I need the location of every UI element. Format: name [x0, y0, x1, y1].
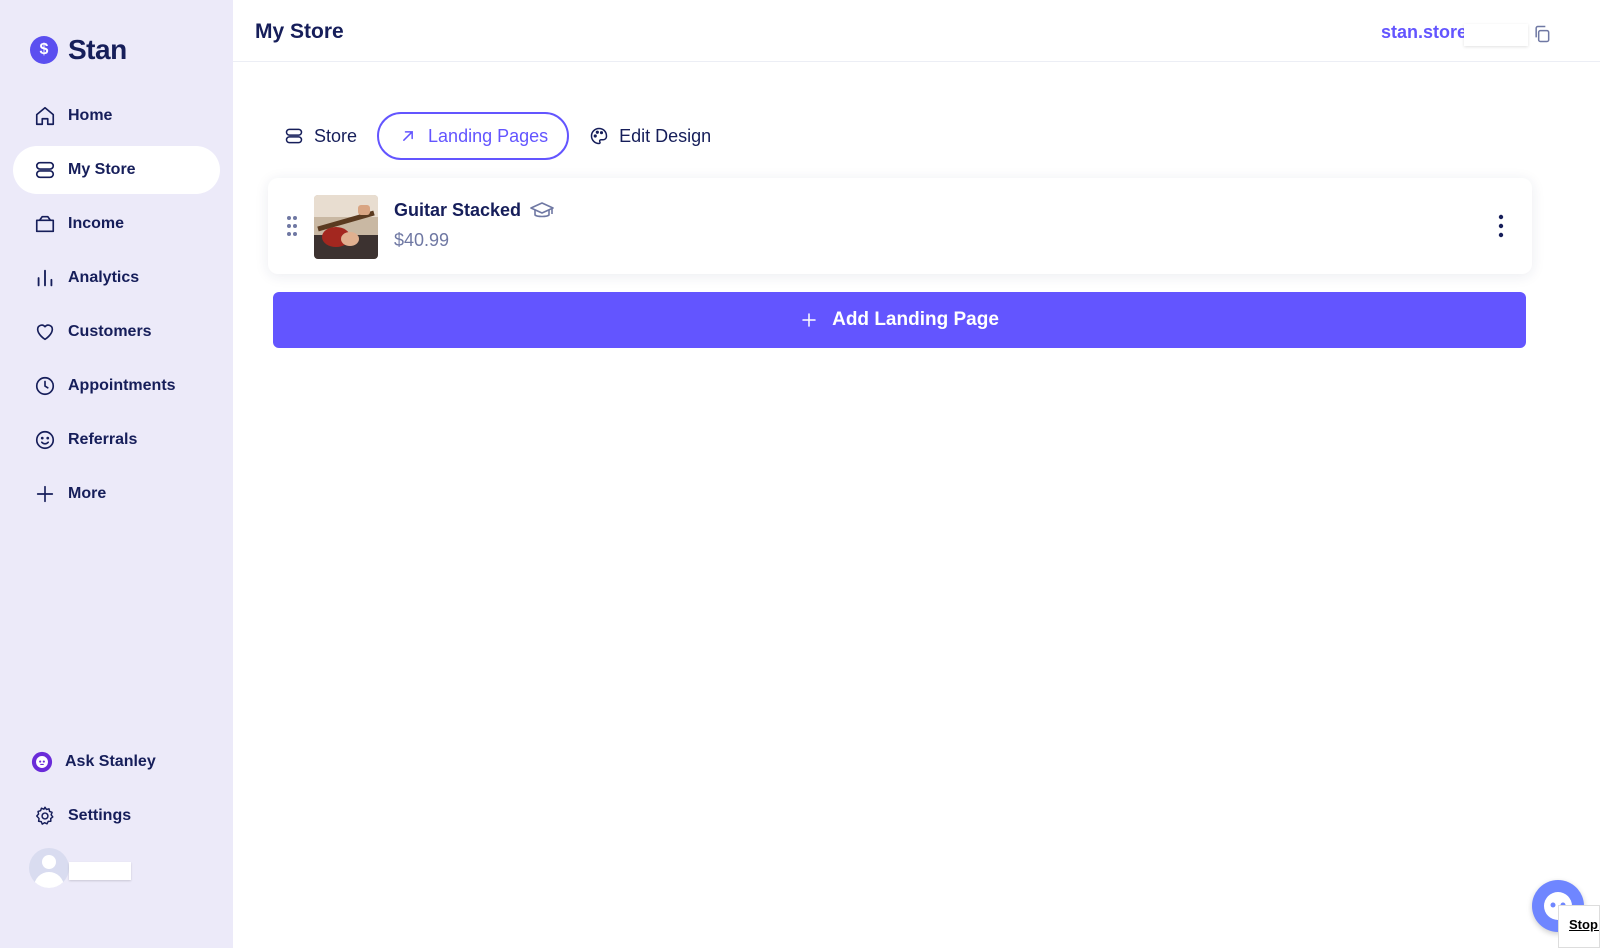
- sidebar-item-home[interactable]: Home: [13, 92, 220, 140]
- tab-store[interactable]: Store: [284, 112, 377, 160]
- sidebar-item-customers[interactable]: Customers: [13, 308, 220, 356]
- sidebar-item-more[interactable]: More: [13, 470, 220, 518]
- sidebar-item-label: My Store: [68, 161, 136, 178]
- sidebar-item-label: Appointments: [68, 377, 176, 394]
- product-title: Guitar Stacked: [394, 200, 522, 220]
- stanley-bot-icon: [31, 751, 53, 773]
- sidebar-item-referrals[interactable]: Referrals: [13, 416, 220, 464]
- brand-name: Stan: [68, 34, 127, 65]
- add-landing-page-button[interactable]: Add Landing Page: [273, 292, 1526, 348]
- arrow-up-right-icon: [403, 131, 413, 141]
- sidebar-item-ask-stanley[interactable]: Ask Stanley: [13, 738, 220, 786]
- sidebar-item-label: Settings: [68, 807, 132, 824]
- add-button-label: Add Landing Page: [832, 309, 999, 330]
- sidebar-item-label: Ask Stanley: [65, 753, 156, 770]
- landing-page-card[interactable]: Guitar Stacked $40.99: [268, 178, 1532, 274]
- sidebar-item-label: Customers: [68, 323, 152, 340]
- sidebar-item-appointments[interactable]: Appointments: [13, 362, 220, 410]
- product-price: $40.99: [394, 230, 450, 250]
- avatar-head: [42, 855, 56, 869]
- product-thumbnail: [314, 195, 378, 259]
- plus-icon: [36, 485, 54, 503]
- sidebar: $ Stan Home My Store Income Analytics Cu…: [0, 0, 233, 948]
- store-icon: [285, 128, 303, 144]
- palette-icon: [590, 127, 608, 145]
- tab-label: Landing Pages: [428, 125, 549, 146]
- home-icon: [35, 106, 55, 126]
- graduation-cap-icon: [530, 202, 554, 218]
- tab-label: Store: [314, 125, 358, 146]
- heart-icon: [36, 324, 54, 341]
- sidebar-item-label: More: [68, 485, 107, 502]
- sidebar-item-label: Analytics: [68, 269, 140, 286]
- sidebar-item-settings[interactable]: Settings: [13, 792, 220, 840]
- dollar-logo-icon: $: [30, 36, 58, 64]
- sidebar-item-label: Home: [68, 107, 113, 124]
- gear-icon: [36, 806, 54, 825]
- wallet-icon: [35, 215, 55, 233]
- avatar-body: [34, 872, 64, 888]
- drag-handle-icon[interactable]: [286, 215, 298, 237]
- avatar[interactable]: [29, 848, 69, 888]
- page-title: My Store: [255, 20, 344, 43]
- sidebar-item-analytics[interactable]: Analytics: [13, 254, 220, 302]
- tab-label: Edit Design: [619, 125, 712, 146]
- store-icon: [35, 161, 55, 179]
- tab-edit-design[interactable]: Edit Design: [569, 112, 711, 160]
- sidebar-item-my-store[interactable]: My Store: [13, 146, 220, 194]
- sidebar-item-income[interactable]: Income: [13, 200, 220, 248]
- store-url-redacted: [1464, 24, 1528, 46]
- sidebar-item-label: Referrals: [68, 431, 138, 448]
- bar-chart-icon: [37, 269, 53, 287]
- clock-icon: [35, 376, 55, 396]
- smiley-icon: [35, 430, 55, 450]
- brand-logo[interactable]: $ Stan: [30, 34, 127, 66]
- page-header: My Store stan.store: [233, 0, 1600, 62]
- username-redacted: [69, 862, 131, 880]
- plus-icon: [802, 313, 816, 327]
- store-url-link[interactable]: stan.store: [1381, 22, 1467, 43]
- copy-icon[interactable]: [1532, 24, 1552, 44]
- more-vertical-icon[interactable]: [1498, 214, 1504, 238]
- tab-landing-pages[interactable]: Landing Pages: [377, 112, 570, 160]
- promo-link[interactable]: Stop WINN: [1558, 905, 1600, 948]
- sidebar-item-label: Income: [68, 215, 125, 232]
- store-tabs: Store Landing Pages Edit Design: [284, 112, 711, 160]
